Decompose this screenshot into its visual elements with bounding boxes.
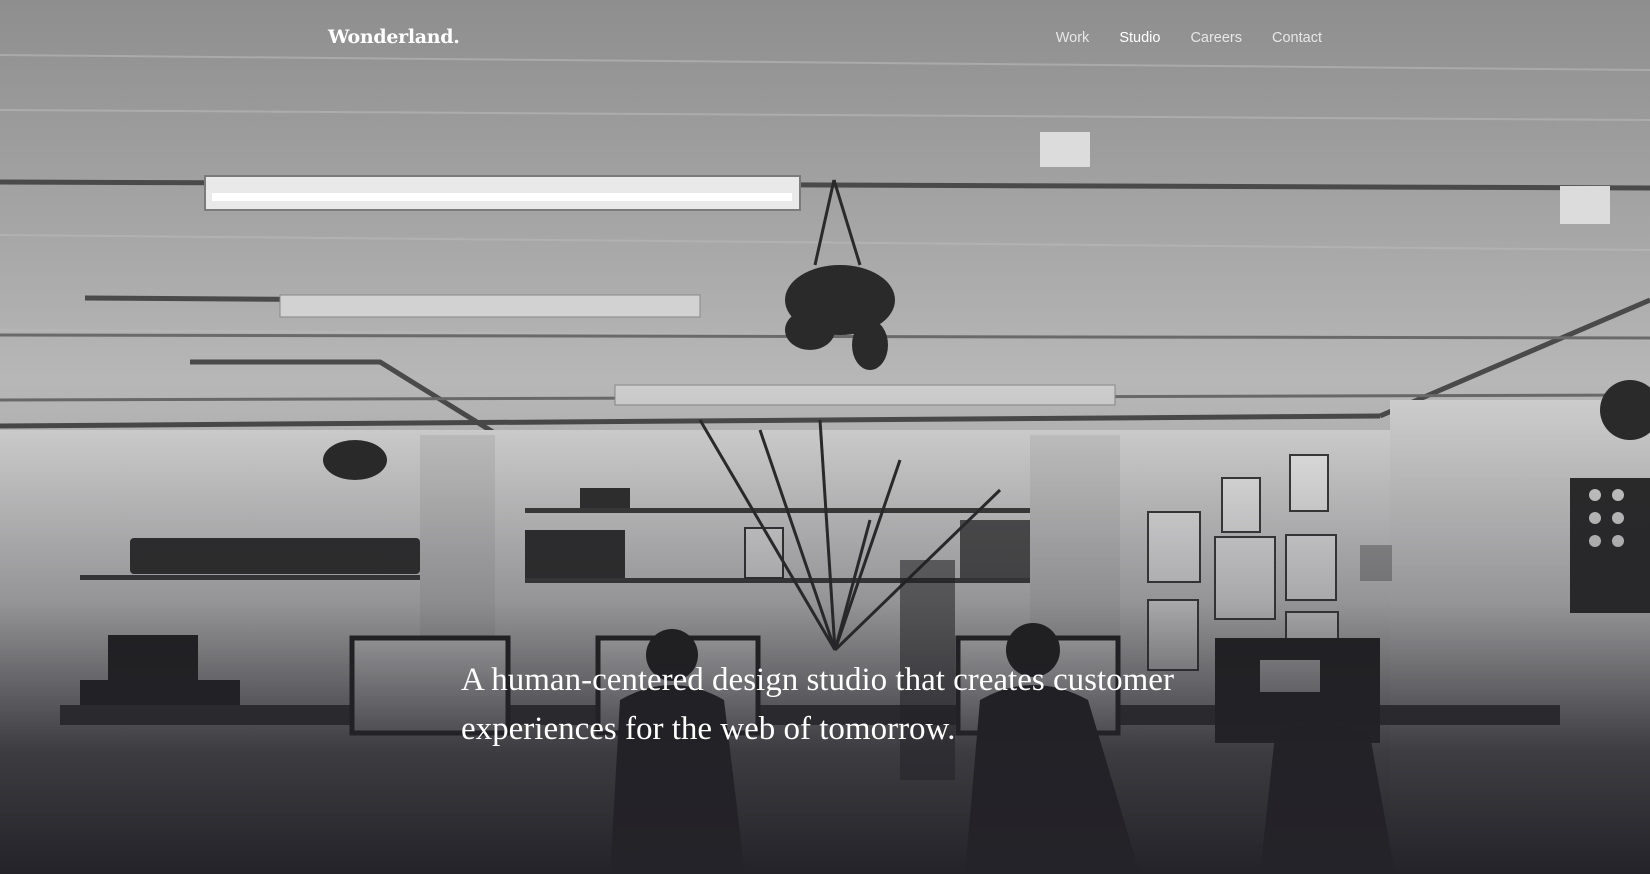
- nav-link-careers[interactable]: Careers: [1190, 30, 1242, 46]
- nav-link-work[interactable]: Work: [1056, 30, 1090, 46]
- brand-logo[interactable]: Wonderland.: [328, 26, 460, 48]
- top-navigation-bar: Wonderland. Work Studio Careers Contact: [0, 0, 1650, 80]
- nav-link-contact[interactable]: Contact: [1272, 30, 1322, 46]
- main-nav: Work Studio Careers Contact: [1056, 30, 1322, 46]
- hero-headline: A human-centered design studio that crea…: [461, 662, 1174, 747]
- nav-link-studio[interactable]: Studio: [1119, 30, 1160, 46]
- hero-section: Wonderland. Work Studio Careers Contact …: [0, 0, 1650, 874]
